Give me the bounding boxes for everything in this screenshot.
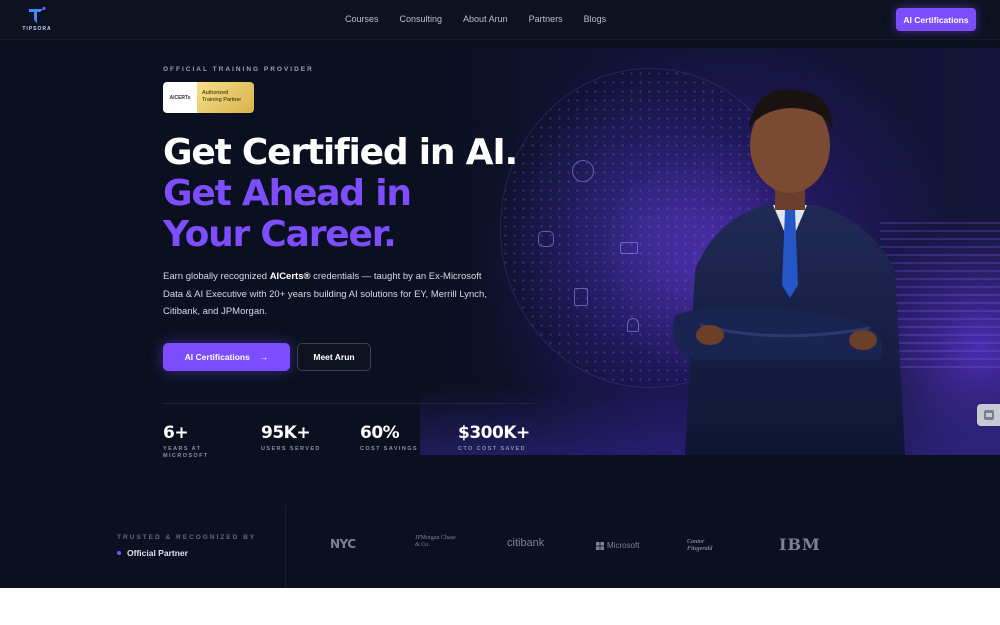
nav-links: Courses Consulting About Arun Partners B… [345, 14, 606, 24]
nyc-logo: NYC [330, 537, 356, 551]
hero-headline: Get Certified in AI. Get Ahead in Your C… [163, 132, 518, 255]
nav-ai-certifications-button[interactable]: AI Certifications [896, 8, 976, 31]
cantor-fitzgerald-logo: Cantor Fitzgerald [687, 539, 713, 552]
trusted-by-section: TRUSTED & RECOGNIZED BY Official Partner… [0, 505, 1000, 588]
microsoft-grid-icon [596, 541, 604, 550]
stat-item: $300K+ CTO COST SAVED [458, 423, 530, 452]
person-icon [627, 318, 639, 332]
floating-widget-button[interactable] [977, 404, 1000, 426]
authorized-partner-badge: AICERTs Authorized Training Partner [163, 82, 254, 113]
arrow-right-icon: → [259, 352, 269, 362]
hero-description: Earn globally recognized AICerts® creden… [163, 271, 487, 317]
badge-label: Authorized Training Partner [197, 82, 254, 113]
citibank-logo: citibank [507, 537, 545, 549]
meet-arun-button[interactable]: Meet Arun [297, 343, 371, 371]
nav-link-blogs[interactable]: Blogs [584, 14, 607, 24]
aicerts-logo: AICERTs [163, 82, 197, 113]
logo-text: TIPSORA [22, 26, 52, 32]
aicerts-highlight: AICerts® [269, 271, 311, 282]
ai-certifications-button[interactable]: AI Certifications → [163, 343, 290, 371]
top-nav: TIPSORA Courses Consulting About Arun Pa… [0, 0, 1000, 40]
trust-divider [285, 505, 286, 588]
tipsora-logo-icon [29, 6, 46, 23]
trusted-by-label: TRUSTED & RECOGNIZED BY [117, 534, 257, 541]
stat-item: 60% COST SAVINGS [360, 423, 418, 452]
microsoft-logo: Microsoft [596, 541, 639, 550]
purple-dot-icon [117, 551, 121, 555]
headline-line-white: Get Certified in AI. [163, 132, 518, 173]
official-partner-label: Official Partner [117, 548, 188, 558]
chat-widget-icon [983, 410, 994, 420]
hero-eyebrow: OFFICIAL TRAINING PROVIDER [163, 66, 314, 73]
stat-item: 95K+ USERS SERVED [261, 423, 321, 452]
nav-link-consulting[interactable]: Consulting [400, 14, 443, 24]
stats-divider [163, 403, 535, 404]
graduation-cap-icon [620, 242, 638, 254]
brain-icon [572, 160, 594, 182]
ibm-logo: IBM [779, 535, 821, 554]
stat-item: 6+ YEARS AT MICROSOFT [163, 423, 209, 459]
nav-link-courses[interactable]: Courses [345, 14, 379, 24]
chip-icon [538, 231, 554, 247]
brand-logo[interactable]: TIPSORA [22, 6, 52, 34]
document-icon [574, 288, 588, 306]
nav-link-about[interactable]: About Arun [463, 14, 508, 24]
headline-line-purple: Get Ahead in Your Career. [163, 173, 412, 255]
presenter-photo [672, 89, 905, 455]
nav-link-partners[interactable]: Partners [529, 14, 563, 24]
jpmorgan-logo: JPMorgan Chase & Co. [415, 535, 456, 548]
